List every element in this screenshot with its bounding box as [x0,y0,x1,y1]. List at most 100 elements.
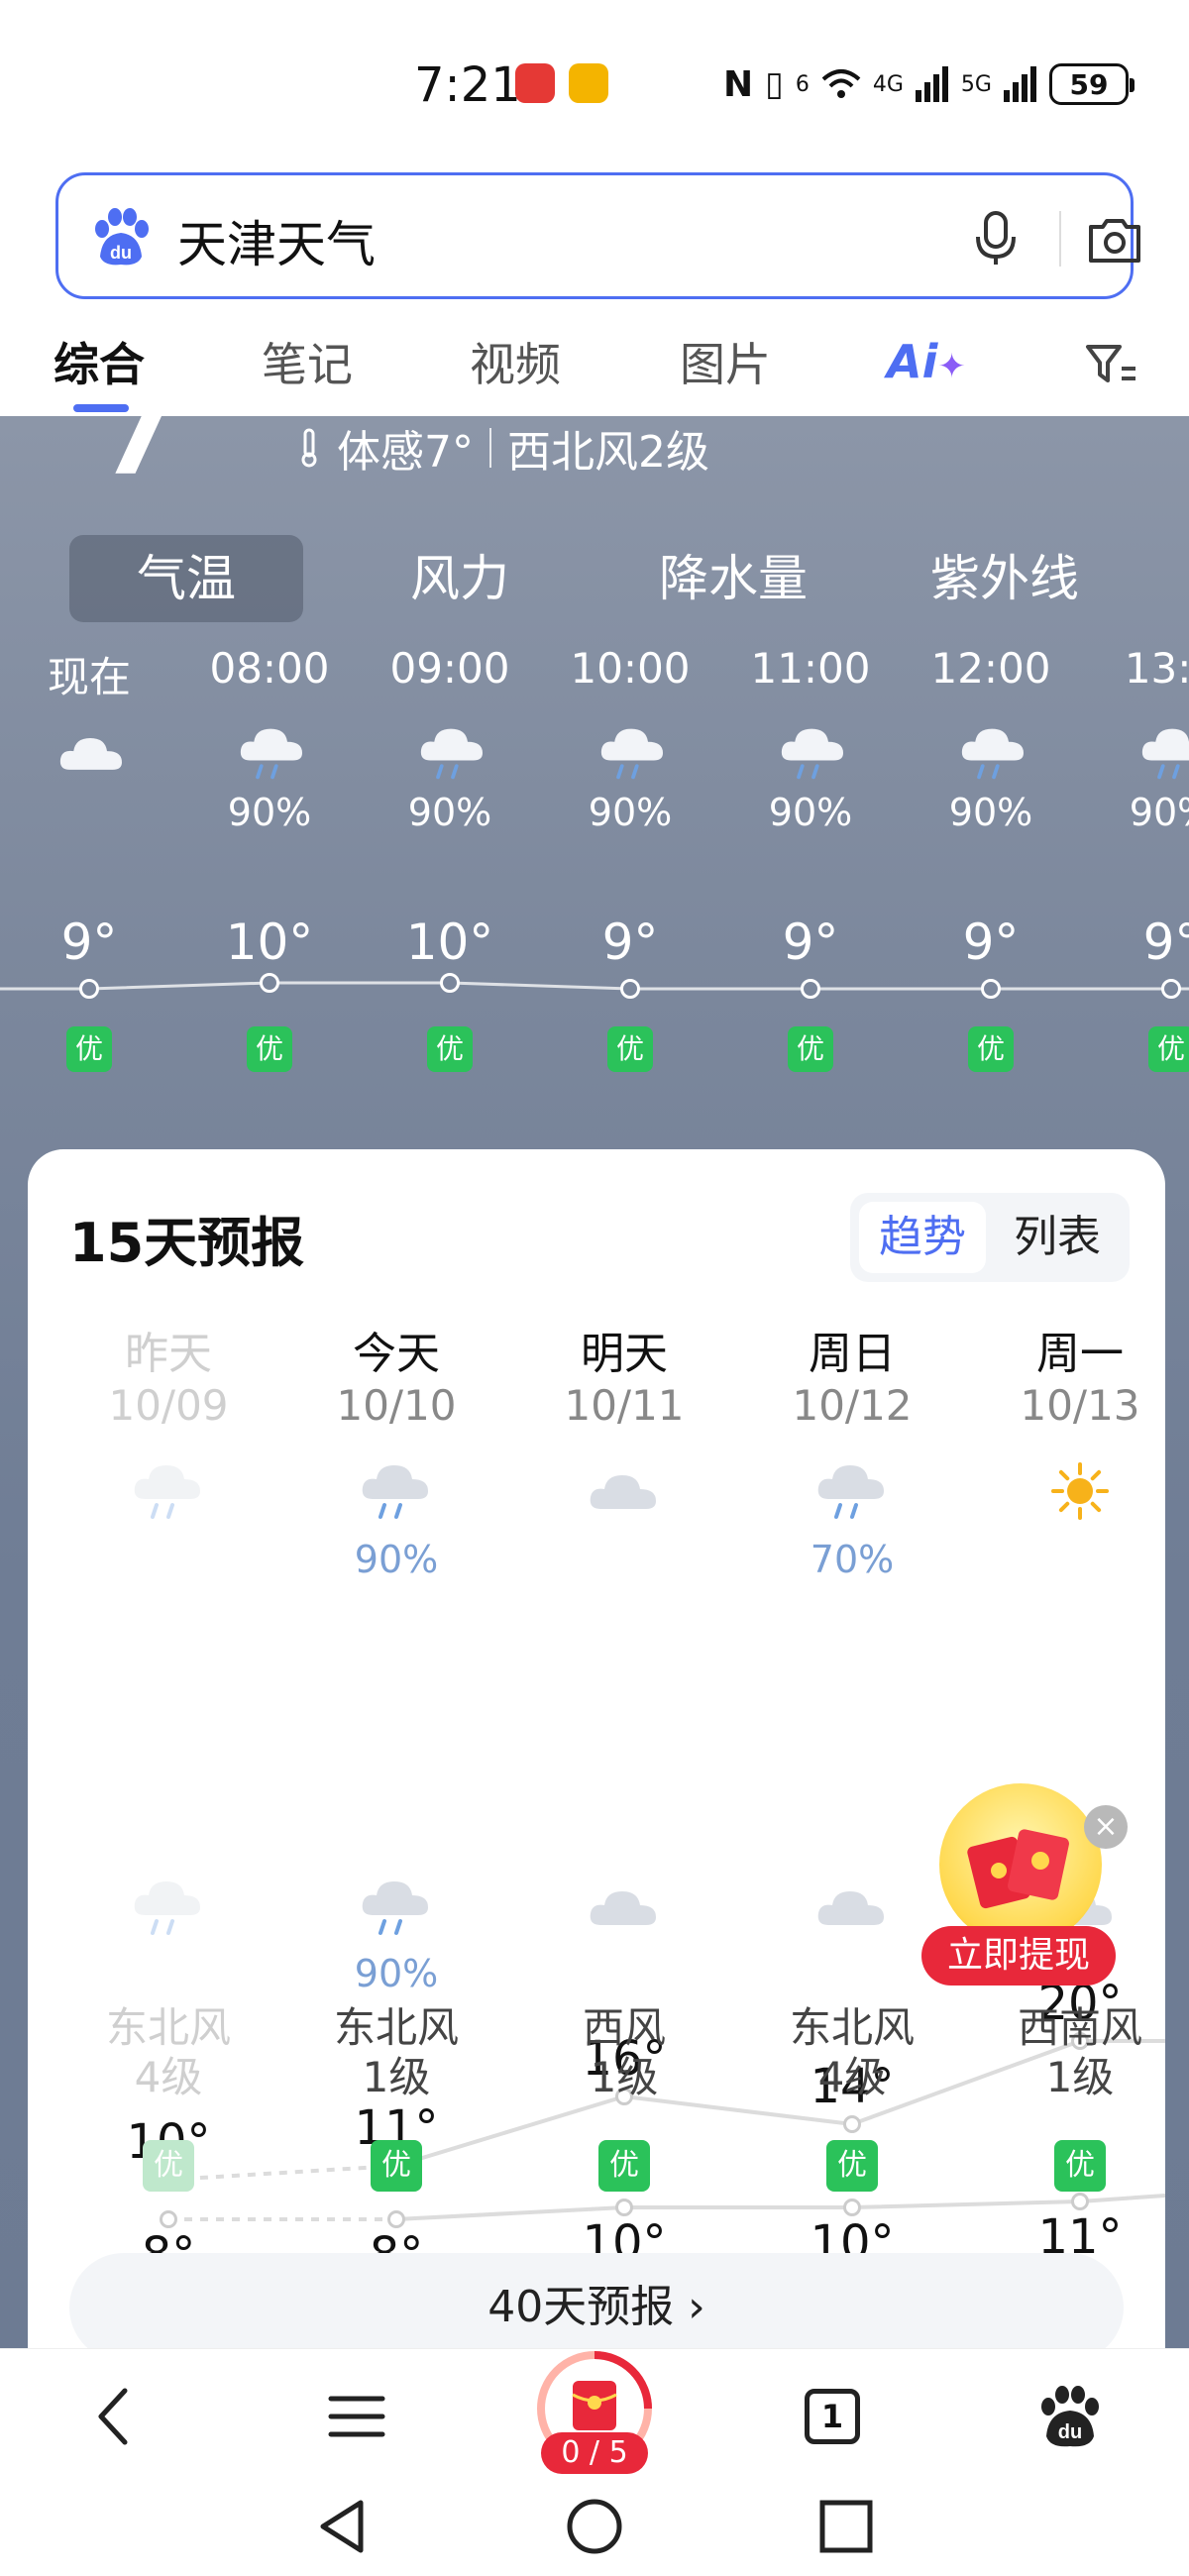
light-rain-icon [362,1881,428,1935]
tab-images[interactable]: 图片 [680,329,771,394]
status-indicators: N ▯ 6 4G 5G 59 [723,59,1135,109]
low-temperature-point [1071,2193,1089,2210]
wind-level: 4级 [817,2053,887,2101]
hourly-temperature: 10° [225,913,314,971]
system-back-icon[interactable] [313,2497,373,2556]
hourly-forecast[interactable]: 现在 9° 优 08:00 90% 10° 优 09:00 90% 10° 优 10:00 90%… [0,644,1189,1072]
hourly-column[interactable]: 13:0 90% 9° 优 [1102,644,1189,1072]
wind-info: 东北风 1级 [297,2003,495,2102]
bottom-navigation: 0 / 5 1 du [0,2348,1189,2477]
day-date: 10/09 [108,1381,229,1430]
wind-info: 东北风 4级 [753,2003,951,2102]
camera-icon[interactable] [1083,207,1146,270]
promo-close-button[interactable]: × [1084,1805,1128,1849]
daily-column[interactable]: 周一 10/13 20° 11° 西南风 1级优 [981,1318,1179,2265]
temperature-point [1161,979,1181,999]
search-input[interactable]: 天津天气 [177,205,376,276]
metric-tab-uv[interactable]: 紫外线 [888,535,1122,622]
day-date: 10/10 [336,1381,457,1430]
tabs-count: 1 [805,2389,860,2444]
hourly-column[interactable]: 现在 9° 优 [20,644,159,1072]
baidu-paw-icon: du [95,208,149,266]
tabs-button[interactable]: 1 [793,2377,872,2456]
network-5g-label: 5G [960,71,992,97]
cloudy-icon [590,1475,656,1509]
daily-column[interactable]: 昨天10/09 10°8° 东北风4级优 [69,1318,268,2283]
hourly-temperature: 9° [962,913,1020,971]
hourly-column[interactable]: 12:00 90% 9° 优 [921,644,1060,1072]
high-temperature-point [843,2115,861,2133]
weibo-icon [569,63,608,103]
tab-ai[interactable]: Ai✦ [887,335,966,388]
metric-tab-wind[interactable]: 风力 [343,535,577,622]
light-rain-icon [817,1465,884,1519]
temperature-point [440,973,460,993]
cloudy-icon [59,738,122,770]
precipitation-probability: 90% [227,791,312,834]
red-envelope-icon [572,2381,617,2430]
hourly-column[interactable]: 10:00 90% 9° 优 [561,644,700,1072]
search-tabs: 综合 笔记 视频 图片 Ai✦ [0,317,1189,416]
system-home-icon[interactable] [565,2497,624,2556]
air-quality-badge: 优 [598,2140,650,2192]
low-temperature-point [843,2199,861,2216]
daily-column[interactable]: 周日 10/12 70% 14° 10° 东北风 4级优 [753,1318,951,2271]
menu-icon[interactable] [317,2377,396,2456]
temperature-point [620,979,640,999]
search-bar[interactable]: du 天津天气 [55,172,1140,299]
hourly-temperature: 9° [1142,913,1189,971]
precipitation-probability: 90% [588,791,673,834]
feels-like-text: 体感7° [337,427,474,478]
air-quality-badge: 优 [968,1026,1014,1072]
active-tab-indicator [73,404,129,412]
tab-videos[interactable]: 视频 [470,329,561,394]
hourly-column[interactable]: 08:00 90% 10° 优 [200,644,339,1072]
hourly-time: 10:00 [570,644,691,693]
metric-tab-precipitation[interactable]: 降水量 [616,535,850,622]
svg-text:du: du [110,243,132,263]
low-temperature-point [615,2199,633,2216]
air-quality-badge: 优 [788,1026,833,1072]
hourly-time: 12:00 [930,644,1051,693]
temperature-point [260,973,279,993]
microphone-icon[interactable] [964,207,1027,270]
air-quality-badge: 优 [1148,1026,1189,1072]
hourly-time: 13:0 [1124,644,1189,693]
hourly-column[interactable]: 09:00 90% 10° 优 [380,644,519,1072]
day-date: 10/12 [792,1381,913,1430]
air-quality-badge: 优 [607,1026,653,1072]
status-time: 7:21 [414,57,521,113]
reward-progress-count: 0 / 5 [541,2432,648,2474]
hourly-time: 09:00 [389,644,510,693]
light-rain-icon [1141,728,1189,780]
battery-level: 59 [1069,67,1109,101]
wifi-signal-label: 6 [795,71,810,97]
daily-column[interactable]: 今天10/10 90%11°8° 90%东北风1级优 [297,1318,495,2283]
day-precipitation-probability: 90% [354,1538,439,1581]
reward-button[interactable]: 0 / 5 [533,2349,656,2478]
svg-text:du: du [1058,2421,1082,2443]
air-quality-badge: 优 [143,2140,194,2192]
daily-column[interactable]: 明天 10/11 16° 10° 西风 1级优 [525,1318,723,2271]
light-rain-icon [961,728,1024,780]
vibrate-icon: ▯ [765,64,784,104]
status-bar: 7:21 N ▯ 6 4G 5G 59 [0,0,1189,168]
temperature-point [79,979,99,999]
wind-direction: 西风 [582,2003,666,2052]
hourly-column[interactable]: 11:00 90% 9° 优 [741,644,880,1072]
forecast-40-day-button[interactable]: 40天预报 › [69,2253,1124,2362]
baidu-home-icon[interactable]: du [1030,2377,1110,2456]
light-rain-icon [134,1465,200,1519]
light-rain-icon [781,728,843,780]
sunny-icon [1051,1462,1109,1520]
tab-notes[interactable]: 笔记 [262,329,353,394]
tab-comprehensive[interactable]: 综合 [54,329,145,394]
tab-ai-label: Ai [887,335,938,388]
back-icon[interactable] [77,2377,157,2456]
hourly-temperature: 9° [782,913,839,971]
air-quality-badge: 优 [371,2140,422,2192]
system-recents-icon[interactable] [816,2497,876,2556]
hourly-temperature: 10° [405,913,494,971]
metric-tab-temperature[interactable]: 气温 [69,535,303,622]
filter-icon[interactable] [1084,339,1139,394]
